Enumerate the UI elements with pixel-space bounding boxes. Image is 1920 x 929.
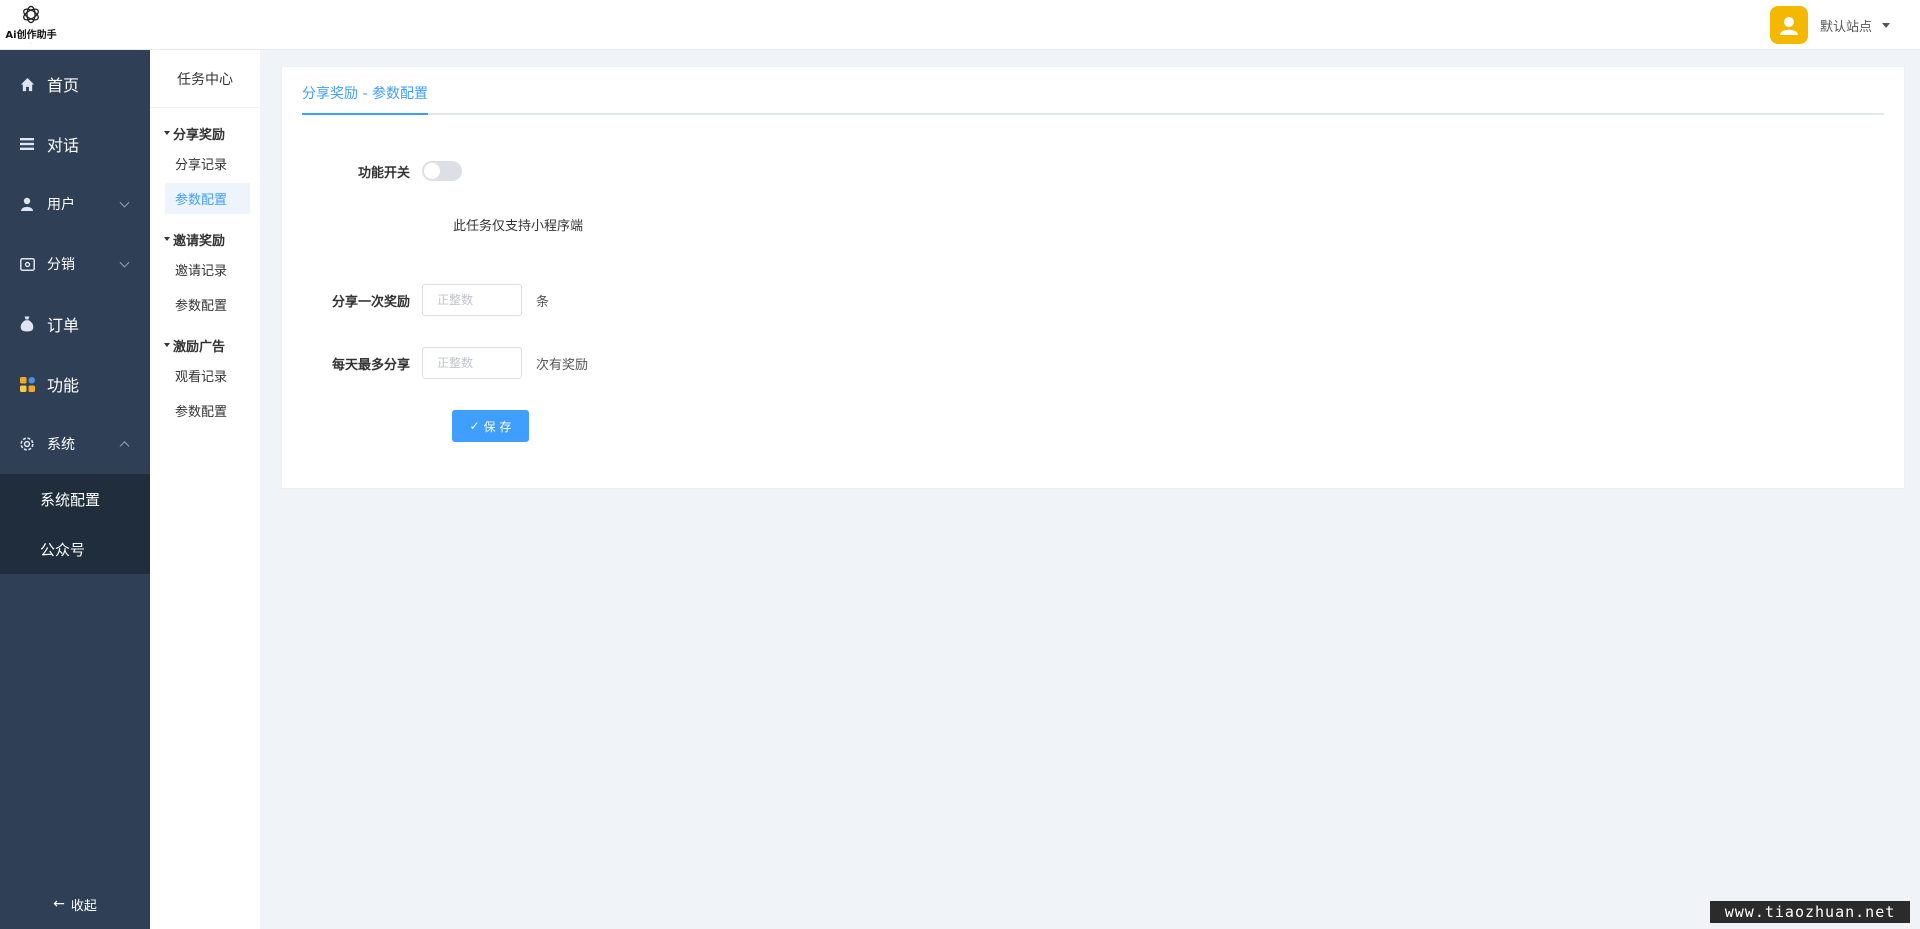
home-icon <box>19 76 35 92</box>
chevron-up-icon <box>119 441 130 452</box>
arrow-left-icon: ← <box>53 896 65 912</box>
menu-lines-icon <box>19 136 35 152</box>
sidebar-item-users[interactable]: 用户 <box>0 174 150 234</box>
notice-text: 此任务仅支持小程序端 <box>453 219 584 234</box>
gear-icon <box>19 436 35 452</box>
collapse-sidebar-button[interactable]: ← 收起 <box>0 889 150 919</box>
sidebar-subitem-official-account[interactable]: 公众号 <box>0 524 150 574</box>
reward-suffix: 条 <box>536 294 550 310</box>
group-title-label: 激励广告 <box>173 339 226 355</box>
save-button-label: 保 存 <box>483 419 512 434</box>
sidebar-item-label: 系统 <box>47 437 75 453</box>
chevron-down-icon <box>119 197 130 208</box>
site-selector-label: 默认站点 <box>1819 19 1872 35</box>
form-row-notice: 此任务仅支持小程序端 <box>453 215 583 234</box>
avatar <box>1769 6 1808 44</box>
chevron-down-icon <box>119 257 130 268</box>
sidebar-item-distribution[interactable]: 分销 <box>0 234 150 294</box>
sidebar-item-features[interactable]: 功能 <box>0 354 150 414</box>
task-center-sidebar: 任务中心 分享奖励 分享记录 参数配置 邀请奖励 邀请记录 参数配置 激励广告 … <box>150 50 260 929</box>
check-icon: ✓ <box>469 419 480 433</box>
sub-item-ad-config[interactable]: 参数配置 <box>165 395 250 426</box>
menu-group-share-reward: 分享奖励 分享记录 参数配置 <box>150 122 260 214</box>
max-share-input[interactable] <box>422 347 522 379</box>
sidebar-subitem-system-config[interactable]: 系统配置 <box>0 474 150 524</box>
caret-down-icon <box>164 237 170 241</box>
caret-down-icon <box>164 343 170 347</box>
switch-label: 功能开关 <box>357 165 410 181</box>
openai-knot-icon <box>23 5 39 24</box>
logo-text: Ai创作助手 <box>5 30 57 41</box>
sidebar-item-label: 功能 <box>47 376 80 395</box>
apps-grid-icon <box>19 376 35 392</box>
app-logo[interactable]: Ai创作助手 · <box>4 4 58 46</box>
sub-item-invite-records[interactable]: 邀请记录 <box>165 254 250 285</box>
sub-item-share-records[interactable]: 分享记录 <box>165 148 250 179</box>
main-sidebar: 首页 对话 用户 分销 订单 功能 系统 系统配置 公众号 ← 收起 <box>0 50 150 929</box>
form-row-actions: ✓ 保 存 <box>452 410 529 442</box>
tab-share-reward-config[interactable]: 分享奖励 - 参数配置 <box>302 81 428 115</box>
group-title-label: 分享奖励 <box>173 127 226 143</box>
sidebar-item-label: 首页 <box>47 76 80 95</box>
logo-subtext: · <box>30 41 32 46</box>
feature-toggle-switch[interactable] <box>422 161 462 181</box>
site-selector[interactable]: 默认站点 <box>1769 6 1890 44</box>
watermark: www.tiaozhuan.net <box>1710 901 1910 923</box>
group-title-invite-reward[interactable]: 邀请奖励 <box>150 228 260 250</box>
group-title-share-reward[interactable]: 分享奖励 <box>150 122 260 144</box>
form-row-max-share: 每天最多分享 次有奖励 <box>282 347 588 379</box>
group-title-ad-reward[interactable]: 激励广告 <box>150 334 260 356</box>
collapse-label: 收起 <box>70 898 97 914</box>
save-button[interactable]: ✓ 保 存 <box>452 410 529 442</box>
menu-group-invite-reward: 邀请奖励 邀请记录 参数配置 <box>150 228 260 320</box>
reward-label: 分享一次奖励 <box>331 294 410 310</box>
sidebar-item-system[interactable]: 系统 <box>0 414 150 474</box>
user-icon <box>19 196 35 212</box>
caret-down-icon <box>1882 22 1890 28</box>
sidebar-item-home[interactable]: 首页 <box>0 54 150 114</box>
sidebar-item-label: 对话 <box>47 136 80 155</box>
sidebar-item-orders[interactable]: 订单 <box>0 294 150 354</box>
tab-bar: 分享奖励 - 参数配置 <box>302 81 1884 115</box>
caret-down-icon <box>164 131 170 135</box>
sidebar-item-chat[interactable]: 对话 <box>0 114 150 174</box>
menu-group-ad-reward: 激励广告 观看记录 参数配置 <box>150 334 260 426</box>
sub-item-watch-records[interactable]: 观看记录 <box>165 360 250 391</box>
config-panel: 分享奖励 - 参数配置 功能开关 此任务仅支持小程序端 分享一次奖励 条 每天最… <box>281 66 1905 489</box>
sidebar-item-label: 用户 <box>47 197 75 213</box>
sub-item-invite-config[interactable]: 参数配置 <box>165 289 250 320</box>
user-avatar-icon <box>1779 17 1798 35</box>
sub-item-share-config[interactable]: 参数配置 <box>165 183 250 214</box>
max-share-suffix: 次有奖励 <box>536 357 589 373</box>
sub-sidebar-title: 任务中心 <box>150 50 260 108</box>
form-row-switch: 功能开关 <box>282 161 462 181</box>
group-title-label: 邀请奖励 <box>173 233 226 249</box>
form-row-reward: 分享一次奖励 条 <box>282 284 549 316</box>
system-submenu: 系统配置 公众号 <box>0 474 150 574</box>
money-bag-icon <box>19 316 35 332</box>
sidebar-item-label: 分销 <box>47 257 75 273</box>
sidebar-item-label: 订单 <box>47 316 80 335</box>
top-header: Ai创作助手 · 默认站点 <box>0 0 1920 50</box>
max-share-label: 每天最多分享 <box>331 357 410 373</box>
switch-knob <box>424 163 440 179</box>
reward-input[interactable] <box>422 284 522 316</box>
wallet-icon <box>19 256 35 272</box>
